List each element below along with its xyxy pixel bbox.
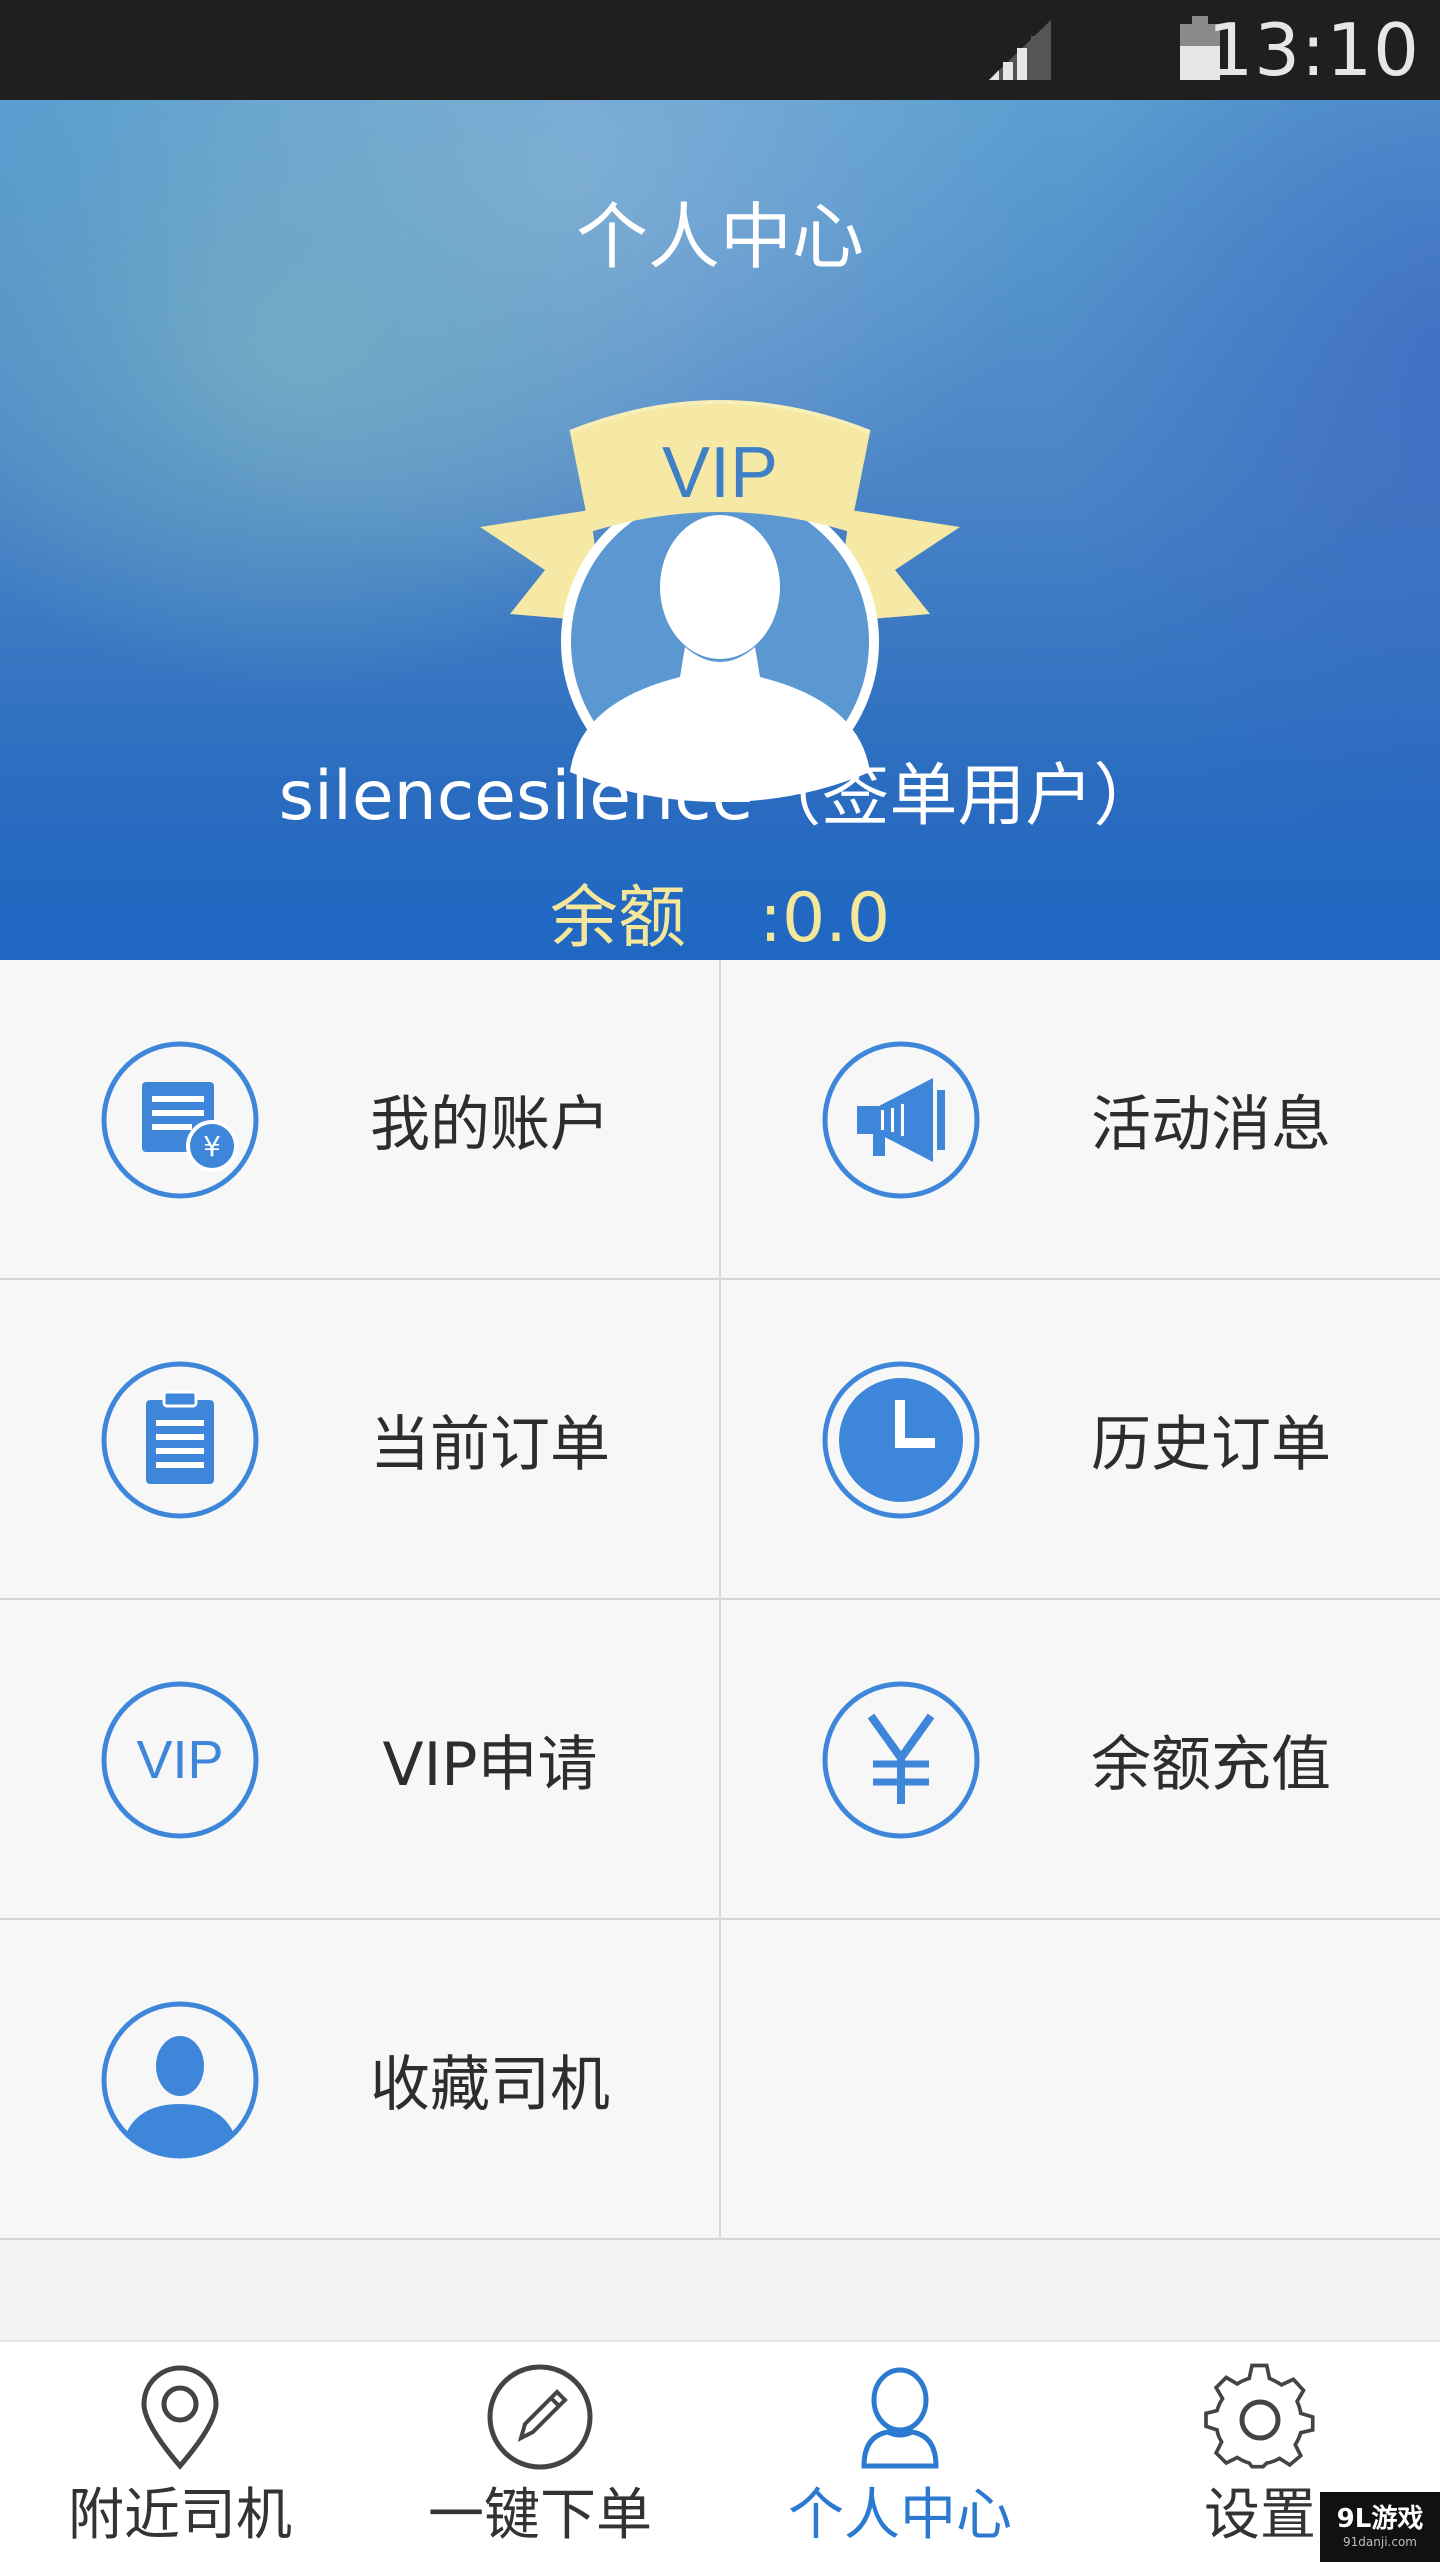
- location-pin-icon: [141, 2365, 219, 2470]
- vip-badge: VIP: [661, 433, 779, 513]
- menu-item-label: 收藏司机: [370, 2049, 610, 2120]
- menu-item-label: 活动消息: [1091, 1089, 1331, 1160]
- signal-icon: [989, 20, 1051, 80]
- yen-icon: [822, 1681, 980, 1839]
- watermark-brand: 9L游戏: [1336, 2504, 1424, 2534]
- clock-icon: [822, 1361, 980, 1519]
- driver-person-icon: [101, 2001, 259, 2159]
- balance-label: 余额: [549, 879, 686, 958]
- username: silencesilence（签单用户）: [278, 757, 1162, 836]
- watermark-logo: 9L游戏 91danji.com: [1320, 2492, 1440, 2562]
- svg-text:¥: ¥: [203, 1130, 221, 1163]
- clipboard-list-icon: [101, 1361, 259, 1519]
- gear-icon: [1204, 2363, 1315, 2469]
- menu-item-balance-recharge[interactable]: 余额充值: [721, 1600, 1440, 1918]
- menu-item-label: 当前订单: [370, 1409, 610, 1480]
- balance: 余额 :0.0: [0, 862, 1440, 960]
- menu-item-label: 历史订单: [1091, 1409, 1331, 1480]
- menu-item-label: 我的账户: [370, 1089, 610, 1160]
- balance-value: :0.0: [759, 879, 891, 958]
- menu-grid: ¥ 我的账户 活动消息 当前订单 历史订单 VIP VIP申请 余额充值 收藏司…: [0, 960, 1440, 2240]
- megaphone-icon: [822, 1041, 980, 1199]
- nav-item-nearby-drivers[interactable]: 附近司机: [0, 2342, 360, 2562]
- menu-item-order-history[interactable]: 历史订单: [721, 1280, 1440, 1598]
- nav-label: 附近司机: [68, 2483, 292, 2548]
- svg-text:VIP: VIP: [136, 1730, 223, 1790]
- profile-header: 个人中心 VIP silencesilence（签单用户） 余额 :0.0: [0, 100, 1440, 960]
- nav-item-one-click-order[interactable]: 一键下单: [360, 2342, 720, 2562]
- status-time: 13:10: [1207, 8, 1420, 92]
- nav-label: 个人中心: [788, 2483, 1012, 2548]
- menu-item-favorite-drivers[interactable]: 收藏司机: [0, 1920, 719, 2238]
- menu-item-current-orders[interactable]: 当前订单: [0, 1280, 719, 1598]
- empty-cell: [721, 1920, 1440, 2238]
- page-title: 个人中心: [575, 195, 864, 279]
- menu-item-activity-messages[interactable]: 活动消息: [721, 960, 1440, 1278]
- watermark-site: 91danji.com: [1343, 2535, 1417, 2549]
- person-icon: [861, 2367, 939, 2469]
- account-bill-icon: ¥: [101, 1041, 259, 1199]
- status-bar: 13:10: [0, 0, 1440, 100]
- menu-item-label: 余额充值: [1091, 1729, 1331, 1800]
- menu-item-my-account[interactable]: ¥ 我的账户: [0, 960, 719, 1278]
- menu-item-vip-apply[interactable]: VIP VIP申请: [0, 1600, 719, 1918]
- nav-label: 一键下单: [428, 2483, 652, 2548]
- vip-icon: VIP: [101, 1681, 259, 1839]
- nav-item-personal-center[interactable]: 个人中心: [720, 2342, 1080, 2562]
- menu-item-label: VIP申请: [382, 1729, 598, 1800]
- pencil-circle-icon: [487, 2364, 593, 2470]
- bottom-nav: 附近司机 一键下单 个人中心 设置 9L游戏 91danji.com: [0, 2340, 1440, 2562]
